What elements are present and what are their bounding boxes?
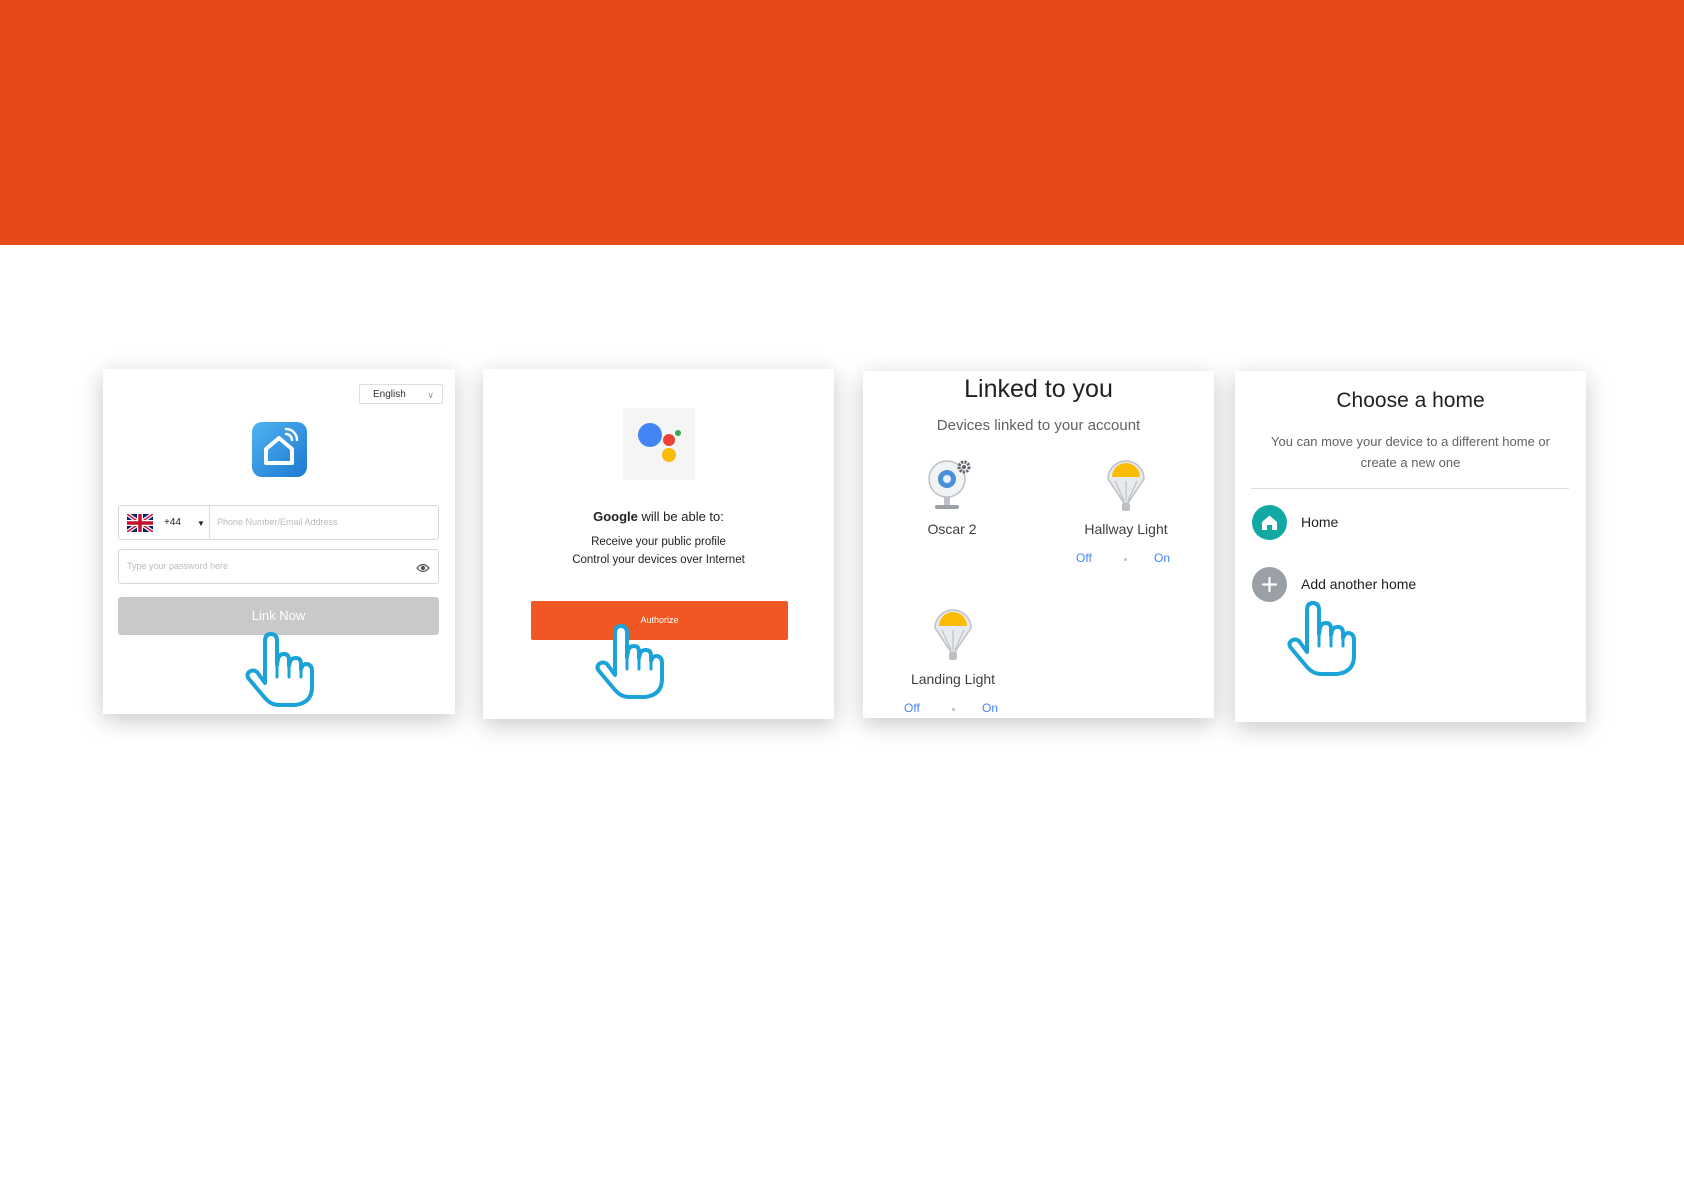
home-icon[interactable]	[1252, 505, 1287, 540]
bulb-icon	[1104, 459, 1148, 515]
home-option[interactable]: Home	[1301, 514, 1338, 530]
field-divider	[209, 506, 210, 539]
password-field-row: Type your password here	[118, 549, 439, 584]
permission-title-text: will be able to:	[637, 509, 724, 524]
uk-flag-icon[interactable]	[125, 512, 155, 534]
permission-item: Receive your public profile	[591, 536, 726, 548]
phone-email-input[interactable]: Phone Number/Email Address	[217, 506, 338, 539]
smart-life-app-icon	[252, 422, 307, 477]
language-select[interactable]: English ∨	[359, 384, 443, 404]
page-subtitle: Devices linked to your account	[936, 417, 1141, 434]
device-name: Oscar 2	[927, 521, 977, 537]
bulb-icon	[931, 608, 975, 664]
chevron-down-icon: ∨	[427, 390, 434, 400]
google-brand: Google	[593, 509, 638, 524]
header-banner	[0, 0, 1684, 245]
password-input[interactable]: Type your password here	[127, 550, 228, 583]
plus-icon[interactable]	[1252, 567, 1287, 602]
device-on-toggle[interactable]: On	[1154, 551, 1170, 565]
country-code[interactable]: +44	[164, 506, 181, 539]
google-authorize-panel: Google will be able to: Receive your pub…	[483, 369, 834, 719]
linked-devices-panel: Linked to you Devices linked to your acc…	[863, 371, 1214, 718]
add-another-home-option[interactable]: Add another home	[1301, 576, 1416, 592]
device-name: Landing Light	[910, 671, 996, 687]
phone-field-row: +44 ▼ Phone Number/Email Address	[118, 505, 439, 540]
page-subtitle: You can move your device to a different …	[1271, 434, 1550, 470]
choose-home-panel: Choose a home You can move your device t…	[1235, 371, 1586, 722]
toggle-separator	[1124, 558, 1127, 561]
device-off-toggle[interactable]: Off	[904, 701, 920, 715]
google-assistant-icon	[623, 408, 695, 480]
hand-pointer-icon	[593, 623, 667, 701]
page-title: Choose a home	[1336, 389, 1485, 412]
device-name: Hallway Light	[1084, 521, 1168, 537]
permission-title: Google will be able to:	[483, 509, 834, 524]
hand-pointer-icon	[243, 631, 317, 709]
language-value: English	[373, 389, 406, 400]
caret-down-icon[interactable]: ▼	[197, 506, 205, 541]
device-on-toggle[interactable]: On	[982, 701, 998, 715]
link-now-button[interactable]: Link Now	[118, 597, 439, 635]
camera-icon	[923, 457, 975, 515]
divider	[1251, 488, 1569, 489]
link-account-panel: English ∨ +44 ▼ Phone Number/Email Addre…	[103, 369, 455, 714]
page-title: Linked to you	[964, 375, 1113, 403]
device-off-toggle[interactable]: Off	[1076, 551, 1092, 565]
eye-icon[interactable]	[416, 561, 430, 573]
permission-item: Control your devices over Internet	[572, 554, 745, 566]
hand-pointer-icon	[1285, 600, 1359, 678]
toggle-separator	[952, 708, 955, 711]
